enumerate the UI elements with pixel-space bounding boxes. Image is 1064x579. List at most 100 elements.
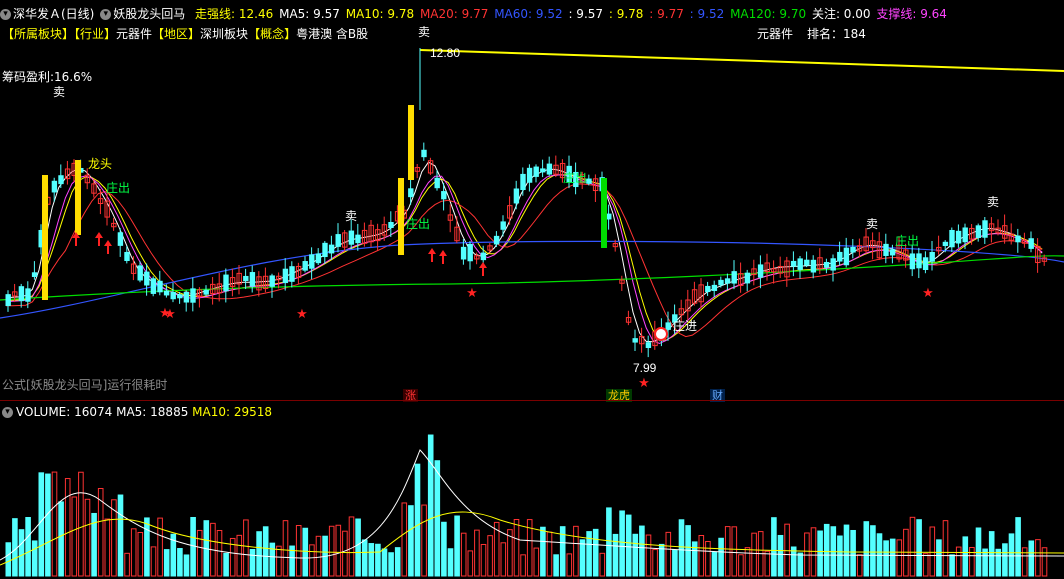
buy-arrow xyxy=(104,240,112,254)
volume-bar xyxy=(724,526,731,577)
candle xyxy=(1015,235,1021,243)
volume-bar xyxy=(625,514,632,577)
candle xyxy=(757,264,764,278)
volume-bar xyxy=(566,553,573,577)
volume-bar xyxy=(744,547,751,577)
candle xyxy=(922,257,929,270)
candle xyxy=(540,168,546,173)
candle xyxy=(718,279,724,286)
volume-bar xyxy=(1041,547,1048,577)
volume-bar xyxy=(817,530,823,577)
kline-chart[interactable]: ★ ★★★★★ 卖卖卖卖卖龙头庄出庄出庄出庄出庄进12.807.99 xyxy=(0,0,1064,579)
volume-bar xyxy=(130,528,137,577)
candle xyxy=(929,251,935,262)
volume-bar xyxy=(104,518,111,577)
volume-bar xyxy=(665,531,672,577)
candle xyxy=(889,249,896,256)
volume-bar xyxy=(652,549,658,577)
dealer-in-label: 庄进 xyxy=(673,318,697,333)
candle xyxy=(124,251,130,262)
volume-bar xyxy=(282,520,289,577)
volume-bar xyxy=(355,518,361,577)
volume-bar xyxy=(335,524,342,577)
volume-bar xyxy=(639,525,645,577)
candle xyxy=(322,242,328,258)
volume-bar xyxy=(45,473,51,577)
candle xyxy=(5,294,11,306)
volume-bar xyxy=(150,546,157,577)
volume-bar xyxy=(368,543,375,577)
volume-bar xyxy=(922,553,929,577)
sell-label: 卖 xyxy=(987,195,999,209)
candle xyxy=(335,234,341,247)
candle xyxy=(705,285,711,293)
volume-bar xyxy=(157,517,163,577)
volume-bar xyxy=(698,535,705,577)
dealer-out-label: 庄出 xyxy=(895,233,919,248)
volume-bar xyxy=(216,529,223,577)
candle xyxy=(58,175,64,185)
volume-bar xyxy=(645,534,652,577)
candle xyxy=(315,253,322,264)
volume-bar xyxy=(190,516,196,577)
candle xyxy=(480,252,487,261)
candle xyxy=(546,163,553,175)
volume-bar xyxy=(929,526,936,577)
volume-bar xyxy=(955,546,962,577)
candle xyxy=(269,275,275,287)
volume-bar xyxy=(909,516,916,577)
candle xyxy=(203,289,209,295)
volume-bar xyxy=(797,552,804,577)
volume-bar xyxy=(685,525,691,577)
candle xyxy=(183,291,190,303)
dealer-out-label: 庄出 xyxy=(406,216,430,231)
candle xyxy=(810,259,817,273)
volume-bar xyxy=(916,519,922,577)
volume-bar xyxy=(196,529,203,577)
volume-bar xyxy=(342,530,348,577)
candle xyxy=(348,230,355,245)
volume-bar xyxy=(500,542,507,577)
buy-arrow xyxy=(479,262,487,276)
candle xyxy=(883,243,889,256)
volume-bar xyxy=(447,548,454,577)
candle xyxy=(170,292,176,300)
candle xyxy=(150,278,157,294)
volume-bar xyxy=(969,546,975,577)
volume-bar xyxy=(474,529,480,577)
candle xyxy=(309,254,315,269)
low-price-label: 7.99 xyxy=(633,361,657,375)
volume-bar xyxy=(731,526,738,577)
volume-bar xyxy=(678,519,685,577)
candle xyxy=(823,261,830,268)
candle xyxy=(586,178,592,184)
candle xyxy=(850,246,856,253)
volume-bar xyxy=(592,528,599,577)
candle xyxy=(744,272,751,284)
candle xyxy=(513,188,520,204)
candle xyxy=(223,274,229,292)
candle xyxy=(606,213,612,220)
volume-bar xyxy=(51,471,58,577)
candle xyxy=(249,272,256,287)
volume-bar xyxy=(361,539,368,577)
volume-bar xyxy=(705,540,711,577)
candle xyxy=(493,235,500,245)
volume-bar xyxy=(183,554,190,577)
volume-bar xyxy=(520,554,526,577)
candle xyxy=(533,166,539,177)
volume-bar xyxy=(31,540,38,577)
star-mark: ★ xyxy=(638,376,650,391)
volume-bar xyxy=(223,552,229,577)
volume-bar xyxy=(843,524,850,577)
candle xyxy=(467,243,473,262)
volume-bar xyxy=(804,532,810,577)
volume-bar xyxy=(896,539,903,577)
candle xyxy=(830,258,836,271)
sell-label: 卖 xyxy=(866,217,878,231)
candle xyxy=(731,271,737,284)
volume-bar xyxy=(632,533,639,577)
buy-arrow xyxy=(428,248,436,262)
volume-bar xyxy=(711,551,718,577)
sell-label: 卖 xyxy=(418,25,430,39)
